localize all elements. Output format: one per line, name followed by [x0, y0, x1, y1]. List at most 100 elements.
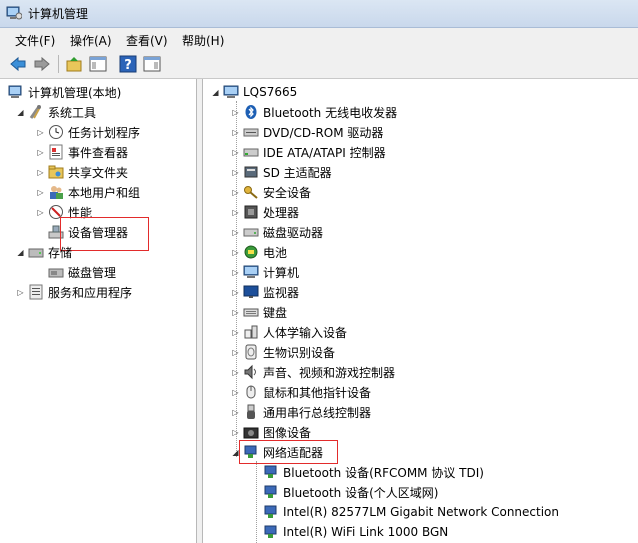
sd-adapter-icon [243, 164, 259, 180]
expand-arrow-icon[interactable]: ▷ [231, 428, 240, 437]
tree-item-mice[interactable]: ▷ 鼠标和其他指针设备 [231, 382, 371, 402]
tree-item-sound-video-game[interactable]: ▷ 声音、视频和游戏控制器 [231, 362, 395, 382]
tree-item-usb-controllers[interactable]: ▷ 通用串行总线控制器 [231, 402, 371, 422]
title-bar: 计算机管理 [0, 0, 638, 28]
processor-icon [243, 204, 259, 220]
collapse-arrow-icon[interactable]: ◢ [211, 88, 220, 97]
computer-icon [223, 84, 239, 100]
tree-item-local-users-groups[interactable]: ▷ 本地用户和组 [36, 182, 140, 202]
tree-item-storage[interactable]: ◢ 存储 [16, 242, 72, 262]
collapse-arrow-icon[interactable]: ◢ [16, 108, 25, 117]
up-folder-icon[interactable] [64, 54, 84, 74]
disk-management-icon [48, 264, 64, 280]
menu-view[interactable]: 查看(V) [126, 32, 168, 49]
tree-item-event-viewer[interactable]: ▷ 事件查看器 [36, 142, 128, 162]
ide-controller-icon [243, 144, 259, 160]
tree-item-network-adapter[interactable]: Intel(R) 82577LM Gigabit Network Connect… [263, 502, 559, 522]
menu-help[interactable]: 帮助(H) [182, 32, 224, 49]
computer-icon [243, 264, 259, 280]
tree-item-disk-drives[interactable]: ▷ 磁盘驱动器 [231, 222, 323, 242]
expand-arrow-icon[interactable]: ▷ [36, 148, 45, 157]
tree-item-ide-ata[interactable]: ▷ IDE ATA/ATAPI 控制器 [231, 142, 385, 162]
expand-arrow-icon[interactable]: ▷ [231, 348, 240, 357]
menu-file[interactable]: 文件(F) [15, 32, 55, 49]
fingerprint-icon [243, 344, 259, 360]
tree-item-sd-host[interactable]: ▷ SD 主适配器 [231, 162, 331, 182]
storage-icon [28, 244, 44, 260]
expand-arrow-icon[interactable]: ▷ [231, 328, 240, 337]
tree-item-computer[interactable]: ▷ 计算机 [231, 262, 299, 282]
console-tree-icon[interactable] [88, 54, 108, 74]
expand-arrow-icon[interactable]: ▷ [231, 208, 240, 217]
expand-arrow-icon[interactable]: ▷ [231, 268, 240, 277]
expand-arrow-icon[interactable]: ▷ [16, 288, 25, 297]
expand-arrow-icon[interactable]: ▷ [231, 108, 240, 117]
forward-icon[interactable] [32, 54, 52, 74]
network-adapter-icon [263, 464, 279, 480]
expand-arrow-icon[interactable]: ▷ [231, 228, 240, 237]
expand-arrow-icon[interactable]: ▷ [231, 368, 240, 377]
highlight-box [60, 217, 149, 251]
shared-folder-icon [48, 164, 64, 180]
tree-item-shared-folders[interactable]: ▷ 共享文件夹 [36, 162, 128, 182]
dvd-drive-icon [243, 124, 259, 140]
hid-icon [243, 324, 259, 340]
disk-drive-icon [243, 224, 259, 240]
network-adapter-icon [263, 524, 279, 540]
device-tree-pane: ◢ LQS7665 ▷ Bluetooth 无线电收发器 ▷ DVD/CD-RO… [202, 79, 638, 543]
event-viewer-icon [48, 144, 64, 160]
battery-icon [243, 244, 259, 260]
key-icon [243, 184, 259, 200]
menu-action[interactable]: 操作(A) [70, 32, 112, 49]
expand-arrow-icon[interactable]: ▷ [36, 208, 45, 217]
tree-item-dvd-cdrom[interactable]: ▷ DVD/CD-ROM 驱动器 [231, 122, 383, 142]
services-icon [28, 284, 44, 300]
expand-arrow-icon[interactable]: ▷ [231, 388, 240, 397]
expand-arrow-icon[interactable]: ▷ [231, 408, 240, 417]
toolbar-separator [58, 55, 59, 73]
computer-management-icon [6, 6, 22, 20]
expand-arrow-icon[interactable]: ▷ [231, 188, 240, 197]
monitor-icon [243, 284, 259, 300]
expand-arrow-icon[interactable]: ▷ [231, 308, 240, 317]
help-icon[interactable]: ? [118, 54, 138, 74]
expand-arrow-icon[interactable]: ▷ [231, 248, 240, 257]
tree-item-network-adapter[interactable]: Bluetooth 设备(个人区域网) [263, 482, 438, 502]
network-adapter-icon [263, 484, 279, 500]
clock-icon [48, 124, 64, 140]
tree-item-biometric[interactable]: ▷ 生物识别设备 [231, 342, 335, 362]
tree-item-network-adapter[interactable]: Bluetooth 设备(RFCOMM 协议 TDI) [263, 462, 484, 482]
tree-item-imaging-devices[interactable]: ▷ 图像设备 [231, 422, 311, 442]
collapse-arrow-icon[interactable]: ◢ [16, 248, 25, 257]
back-icon[interactable] [8, 54, 28, 74]
tree-item-system-tools[interactable]: ◢ 系统工具 [16, 102, 96, 122]
expand-arrow-icon[interactable]: ▷ [231, 168, 240, 177]
svg-text:?: ? [124, 58, 132, 73]
properties-pane-icon[interactable] [142, 54, 162, 74]
expand-arrow-icon[interactable]: ▷ [36, 128, 45, 137]
tree-item-bluetooth-radios[interactable]: ▷ Bluetooth 无线电收发器 [231, 102, 397, 122]
tree-item-hid[interactable]: ▷ 人体学输入设备 [231, 322, 347, 342]
menu-bar: 文件(F) 操作(A) 查看(V) 帮助(H) [0, 28, 638, 50]
tree-item-security-devices[interactable]: ▷ 安全设备 [231, 182, 311, 202]
tree-item-services-apps[interactable]: ▷ 服务和应用程序 [16, 282, 132, 302]
keyboard-icon [243, 304, 259, 320]
tree-item-computer-management[interactable]: 计算机管理(本地) [8, 82, 121, 102]
expand-arrow-icon[interactable]: ▷ [231, 148, 240, 157]
highlight-box [239, 440, 338, 464]
tree-item-disk-management[interactable]: 磁盘管理 [48, 262, 116, 282]
toolbar: ? [0, 50, 638, 79]
expand-arrow-icon[interactable]: ▷ [231, 128, 240, 137]
tree-item-network-adapter[interactable]: Intel(R) WiFi Link 1000 BGN [263, 522, 448, 542]
expand-arrow-icon[interactable]: ▷ [36, 168, 45, 177]
console-tree-pane: 计算机管理(本地) ◢ 系统工具 ▷ 任务计划程序 ▷ 事件查看器 ▷ 共享文件… [0, 79, 197, 543]
tree-item-processors[interactable]: ▷ 处理器 [231, 202, 299, 222]
tree-item-batteries[interactable]: ▷ 电池 [231, 242, 287, 262]
expand-arrow-icon[interactable]: ▷ [231, 288, 240, 297]
tree-item-keyboards[interactable]: ▷ 键盘 [231, 302, 287, 322]
usb-icon [243, 404, 259, 420]
tree-item-task-scheduler[interactable]: ▷ 任务计划程序 [36, 122, 140, 142]
expand-arrow-icon[interactable]: ▷ [36, 188, 45, 197]
tree-item-computer-root[interactable]: ◢ LQS7665 [211, 82, 297, 102]
tree-item-monitors[interactable]: ▷ 监视器 [231, 282, 299, 302]
